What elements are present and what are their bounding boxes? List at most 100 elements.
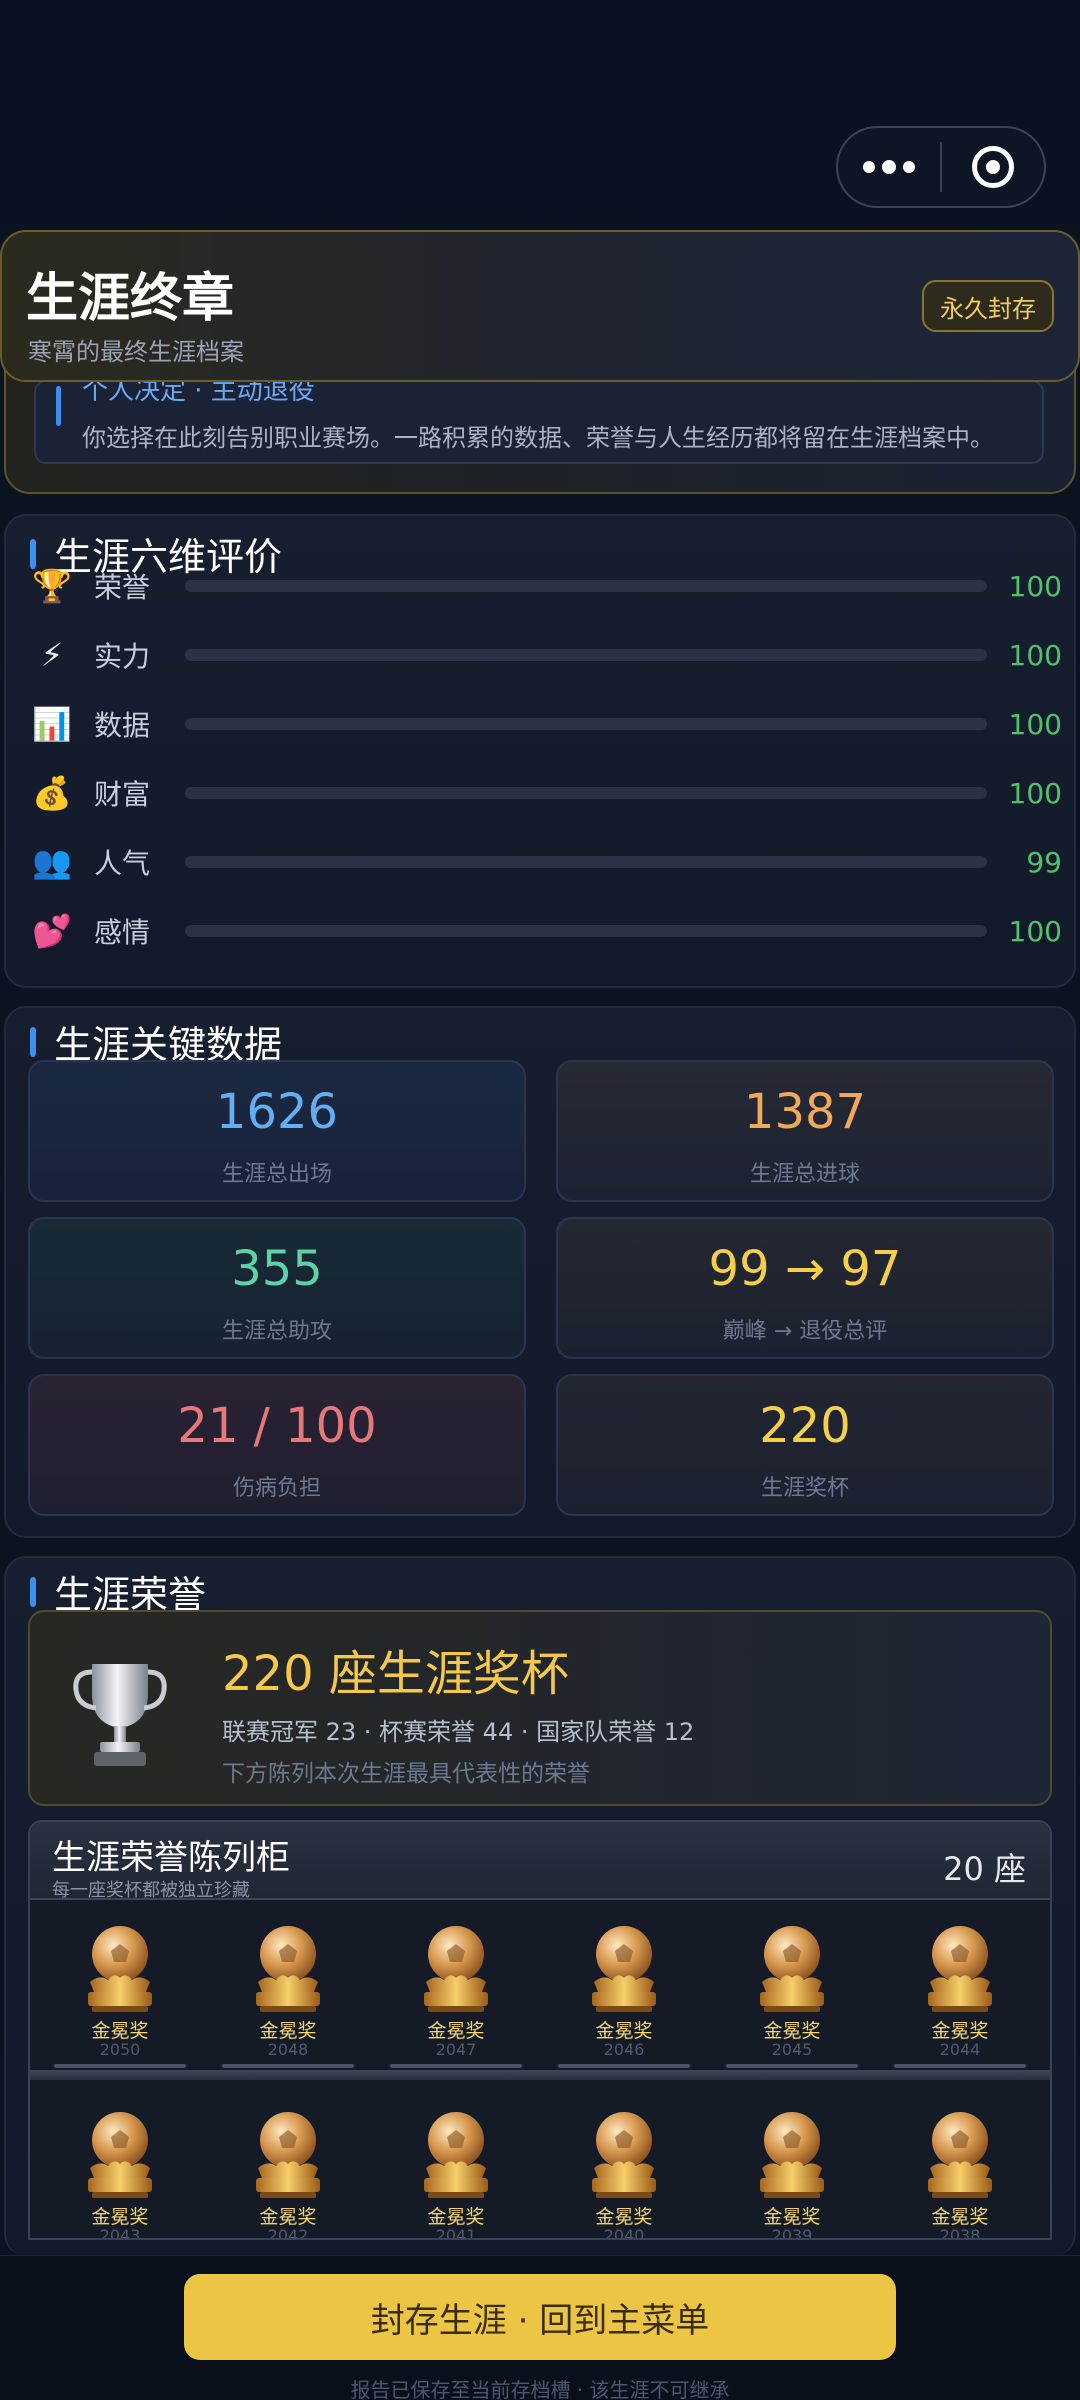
golden-ball-trophy-icon (584, 2106, 664, 2202)
trophy-item[interactable]: 金冕奖 2050 (40, 1920, 200, 2080)
trophy-year: 2038 (939, 2226, 981, 2240)
trophy-item[interactable]: 金冕奖 2043 (40, 2106, 200, 2238)
stat-value: 355 (231, 1241, 323, 1297)
trophy-name: 金冕奖 (259, 2206, 317, 2228)
trophy-name: 金冕奖 (91, 2206, 149, 2228)
trophy-plinth (894, 2064, 1026, 2068)
trophy-cabinet: 生涯荣誉陈列柜 每一座奖杯都被独立珍藏 20 座 金冕奖 2050 金冕奖 2048 金… (28, 1820, 1052, 2240)
trophy-item[interactable]: 金冕奖 2038 (880, 2106, 1040, 2240)
stat-label: 生涯总助攻 (221, 1319, 332, 1344)
chart-icon: 📊 (32, 705, 72, 743)
heart-icon: 💕 (32, 912, 72, 950)
trophy-breakdown: 联赛冠军 23 · 杯赛荣誉 44 · 国家队荣誉 12 (222, 1718, 695, 1746)
rating-bar (185, 649, 987, 661)
golden-ball-trophy-icon (584, 1920, 664, 2016)
stat-card: 1387 生涯总进球 (556, 1060, 1054, 1202)
trophy-name: 金冕奖 (931, 2206, 989, 2228)
trophy-name: 金冕奖 (427, 2020, 485, 2042)
trophy-name: 金冕奖 (427, 2206, 485, 2228)
lightning-icon: ⚡ (40, 636, 64, 674)
trophy-year: 2039 (771, 2226, 813, 2240)
trophy-plinth (390, 2064, 522, 2068)
rating-value: 100 (1008, 638, 1062, 672)
close-miniprogram-icon[interactable] (942, 146, 1044, 188)
people-icon: 👥 (32, 843, 72, 881)
trophy-item[interactable]: 金冕奖 2042 (208, 2106, 368, 2240)
trophy-item[interactable]: 金冕奖 2045 (712, 1920, 872, 2080)
money-bag-icon: 💰 (32, 774, 72, 812)
trophy-year: 2048 (267, 2040, 309, 2059)
stat-label: 生涯总出场 (221, 1162, 332, 1187)
trophy-plinth (726, 2064, 858, 2068)
golden-ball-trophy-icon (80, 2106, 160, 2202)
rating-label: 感情 (94, 916, 151, 949)
trophy-plinth (222, 2064, 354, 2068)
stat-label: 生涯总进球 (749, 1162, 860, 1187)
cabinet-header: 生涯荣誉陈列柜 每一座奖杯都被独立珍藏 20 座 (30, 1822, 1050, 1901)
stat-label: 伤病负担 (232, 1476, 321, 1501)
trophy-name: 金冕奖 (763, 2020, 821, 2042)
trophy-item[interactable]: 金冕奖 2046 (544, 1920, 704, 2080)
golden-ball-trophy-icon (80, 1920, 160, 2016)
retire-note-text: 你选择在此刻告别职业赛场。一路积累的数据、荣誉与人生经历都将留在生涯档案中。 (82, 424, 994, 452)
trophy-item[interactable]: 金冕奖 2047 (376, 1920, 536, 2080)
trophy-year: 2041 (435, 2226, 477, 2240)
trophy-note: 下方陈列本次生涯最具代表性的荣誉 (222, 1761, 590, 1787)
rating-row: 👥 人气 99 (32, 840, 1062, 884)
rating-bar (185, 787, 987, 799)
rating-bar (185, 925, 987, 937)
trophy-item[interactable]: 金冕奖 2039 (712, 2106, 872, 2240)
stat-card: 99 → 97 巅峰 → 退役总评 (556, 1217, 1054, 1359)
ratings-section: 生涯六维评价 🏆 荣誉 100 ⚡ 实力 100 📊 数据 100 💰 财富 100 👥 人气 99 💕 感情 1… (4, 514, 1076, 988)
stat-card: 21 / 100 伤病负担 (28, 1374, 526, 1516)
rating-value: 100 (1008, 569, 1062, 603)
trophy-item[interactable]: 金冕奖 2040 (544, 2106, 704, 2238)
page-title: 生涯终章 (26, 269, 235, 329)
trophy-summary-card: 220 座生涯奖杯 联赛冠军 23 · 杯赛荣誉 44 · 国家队荣誉 12 下… (28, 1610, 1052, 1806)
trophy-icon: 🏆 (32, 567, 72, 605)
trophy-item[interactable]: 金冕奖 2044 (880, 1920, 1040, 2080)
more-menu-icon[interactable] (838, 160, 940, 174)
trophy-total: 220 座生涯奖杯 (222, 1646, 569, 1702)
rating-bar (185, 718, 987, 730)
trophy-item[interactable]: 金冕奖 2048 (208, 1920, 368, 2080)
footer-bar: 封存生涯 · 回到主菜单 报告已保存至当前存档槽 · 该生涯不可继承 (0, 2255, 1080, 2400)
stat-label: 巅峰 → 退役总评 (722, 1319, 888, 1344)
rating-label: 实力 (94, 640, 151, 673)
rating-row: 🏆 荣誉 100 (32, 564, 1062, 608)
rating-row: ⚡ 实力 100 (32, 633, 1062, 677)
golden-ball-trophy-icon (752, 1920, 832, 2016)
stats-section: 生涯关键数据 1626 生涯总出场 1387 生涯总进球 355 生涯总助攻 99 → 97… (4, 1006, 1076, 1538)
retire-note-box: 个人决定 · 主动退役 你选择在此刻告别职业赛场。一路积累的数据、荣誉与人生经历… (34, 376, 1044, 464)
trophy-year: 2044 (939, 2040, 981, 2059)
accent-bar (56, 386, 61, 426)
trophy-year: 2050 (99, 2040, 141, 2059)
stat-value: 1626 (215, 1084, 339, 1140)
rating-bar (185, 856, 987, 868)
rating-label: 数据 (94, 709, 151, 742)
stat-value: 220 (759, 1398, 851, 1454)
golden-ball-trophy-icon (416, 1920, 496, 2016)
rating-value: 100 (1008, 707, 1062, 741)
golden-ball-trophy-icon (920, 1920, 1000, 2016)
trophy-year: 2042 (267, 2226, 309, 2240)
trophy-plinth (54, 2064, 186, 2068)
silver-cup-icon (73, 1664, 167, 1766)
stat-card: 355 生涯总助攻 (28, 1217, 526, 1359)
seal-career-button[interactable]: 封存生涯 · 回到主菜单 (184, 2274, 896, 2360)
save-note: 报告已保存至当前存档槽 · 该生涯不可继承 (350, 2378, 730, 2400)
rating-row: 📊 数据 100 (32, 702, 1062, 746)
permanent-seal-badge[interactable]: 永久封存 (922, 280, 1054, 332)
stat-card: 220 生涯奖杯 (556, 1374, 1054, 1516)
trophy-item[interactable]: 金冕奖 2041 (376, 2106, 536, 2240)
rating-label: 人气 (94, 847, 151, 880)
career-header: 生涯终章 寒霄的最终生涯档案 永久封存 (0, 230, 1080, 382)
trophy-plinth (558, 2064, 690, 2068)
cabinet-count: 20 座 (943, 1850, 1026, 1888)
rating-label: 财富 (94, 778, 151, 811)
rating-label: 荣誉 (94, 571, 151, 604)
page-subtitle: 寒霄的最终生涯档案 (28, 338, 244, 366)
rating-bar (185, 580, 987, 592)
trophy-name: 金冕奖 (931, 2020, 989, 2042)
rating-value: 100 (1008, 914, 1062, 948)
